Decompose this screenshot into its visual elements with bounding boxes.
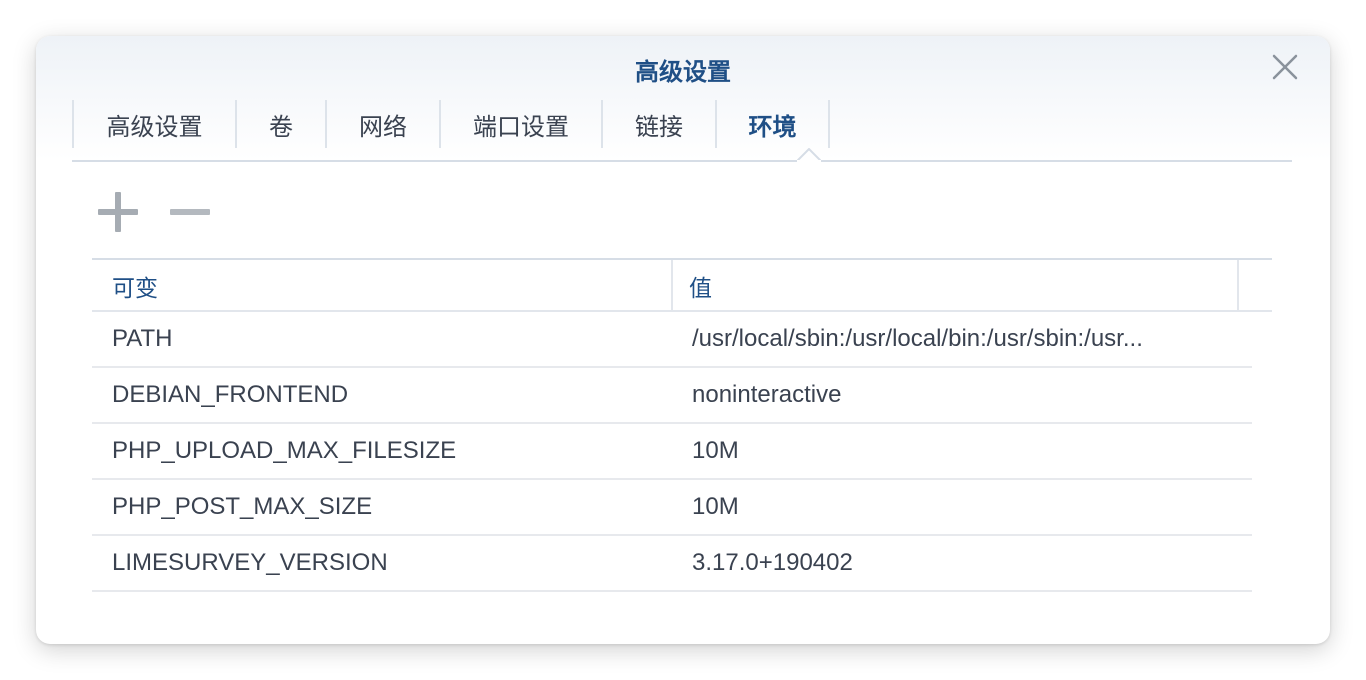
- advanced-settings-dialog: 高级设置 高级设置 卷 网络 端口设置 链接 环境 可变 值 PATH /usr…: [36, 36, 1330, 644]
- active-tab-indicator: [797, 148, 821, 162]
- variable-name-cell: DEBIAN_FRONTEND: [112, 381, 349, 408]
- dialog-title: 高级设置: [635, 59, 731, 86]
- column-header-value[interactable]: 值: [673, 260, 1239, 312]
- remove-button[interactable]: [168, 190, 212, 234]
- table-header: 可变 值: [92, 258, 1272, 312]
- minus-icon: [170, 209, 210, 215]
- environment-table: 可变 值 PATH /usr/local/sbin:/usr/local/bin…: [92, 258, 1272, 592]
- variable-value-cell: 10M: [692, 437, 739, 464]
- variable-value-cell: noninteractive: [692, 381, 842, 408]
- table-row[interactable]: DEBIAN_FRONTEND noninteractive: [92, 368, 1252, 424]
- variable-value-cell: /usr/local/sbin:/usr/local/bin:/usr/sbin…: [692, 325, 1143, 352]
- variable-value-cell: 3.17.0+190402: [692, 549, 853, 576]
- tab-bar: 高级设置 卷 网络 端口设置 链接 环境: [72, 100, 1292, 162]
- variable-value-cell: 10M: [692, 493, 739, 520]
- tab-environment[interactable]: 环境: [715, 100, 830, 148]
- variable-name-cell: PHP_UPLOAD_MAX_FILESIZE: [112, 437, 457, 464]
- tab-volume[interactable]: 卷: [235, 100, 325, 148]
- table-row[interactable]: PATH /usr/local/sbin:/usr/local/bin:/usr…: [92, 312, 1252, 368]
- table-row[interactable]: PHP_UPLOAD_MAX_FILESIZE 10M: [92, 424, 1252, 480]
- tab-links[interactable]: 链接: [601, 100, 715, 148]
- variable-name-cell: LIMESURVEY_VERSION: [112, 549, 388, 576]
- variable-name-cell: PATH: [112, 325, 173, 352]
- add-button[interactable]: [96, 190, 140, 234]
- table-row[interactable]: PHP_POST_MAX_SIZE 10M: [92, 480, 1252, 536]
- close-button[interactable]: [1270, 52, 1300, 82]
- tab-advanced-settings[interactable]: 高级设置: [72, 100, 235, 148]
- plus-icon: [98, 192, 138, 232]
- table-row[interactable]: LIMESURVEY_VERSION 3.17.0+190402: [92, 536, 1252, 592]
- variable-name-cell: PHP_POST_MAX_SIZE: [112, 493, 373, 520]
- tab-port-settings[interactable]: 端口设置: [439, 100, 601, 148]
- column-header-variable[interactable]: 可变: [92, 260, 673, 312]
- close-icon: [1272, 54, 1298, 80]
- tab-network[interactable]: 网络: [325, 100, 439, 148]
